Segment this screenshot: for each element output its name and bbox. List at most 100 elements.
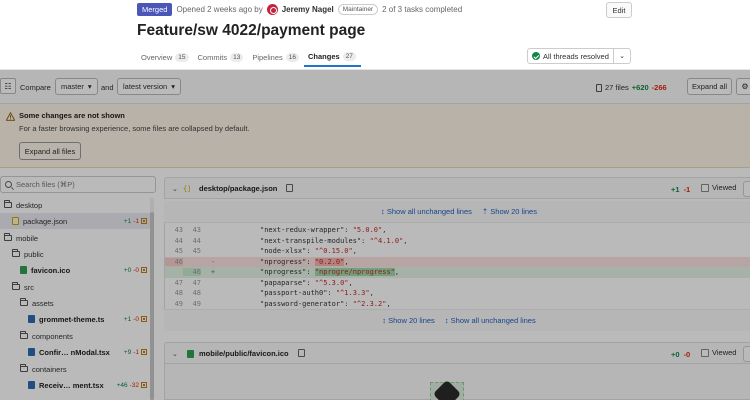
- dropdown-value: master: [61, 82, 84, 91]
- file-diff-stats: +0 -0: [671, 350, 691, 359]
- show-20-lines-link[interactable]: ↕ Show 20 lines: [382, 316, 435, 325]
- tree-folder-public[interactable]: public: [0, 246, 150, 262]
- file-search-input[interactable]: Search files (⌘P): [0, 176, 156, 193]
- expand-lines-top: ↕ Show all unchanged lines ⇡ Show 20 lin…: [164, 201, 750, 223]
- gear-icon: ⚙: [741, 82, 749, 91]
- check-circle-icon: [532, 52, 540, 60]
- source-branch-dropdown[interactable]: master ▾: [55, 78, 98, 95]
- and-label: and: [101, 83, 114, 92]
- file-stats: +9 -1: [124, 349, 147, 356]
- tab-commits[interactable]: Commits 13: [194, 48, 249, 67]
- typescript-file-icon: [28, 348, 35, 356]
- typescript-file-icon: [28, 381, 35, 389]
- expand-all-files-button[interactable]: Expand all files: [19, 142, 81, 160]
- tree-folder-src[interactable]: src: [0, 279, 150, 295]
- show-20-lines-link[interactable]: ⇡ Show 20 lines: [482, 207, 537, 216]
- threads-dropdown-toggle[interactable]: ⌄: [614, 48, 631, 64]
- expand-all-button[interactable]: Expand all: [687, 78, 732, 95]
- tree-file-favicon[interactable]: favicon.ico +0 -0: [0, 262, 150, 278]
- tasks-status: 2 of 3 tasks completed: [382, 5, 463, 14]
- modified-icon: [141, 267, 147, 273]
- avatar[interactable]: [266, 4, 278, 15]
- dropdown-value: latest version: [123, 82, 168, 91]
- modified-icon: [141, 349, 147, 355]
- file-tree-toggle[interactable]: ☷: [0, 78, 16, 94]
- mr-tabs: Overview 15 Commits 13 Pipelines 16 Chan…: [137, 48, 361, 68]
- tab-overview[interactable]: Overview 15: [137, 48, 194, 67]
- target-version-dropdown[interactable]: latest version ▾: [117, 78, 181, 95]
- author-link[interactable]: Jeremy Nagel: [282, 5, 334, 14]
- file-diff-stats: +1 -1: [671, 185, 691, 194]
- threads-resolved-button[interactable]: All threads resolved: [527, 48, 614, 64]
- alert-text: For a faster browsing experience, some f…: [19, 124, 250, 133]
- tree-folder-containers[interactable]: containers: [0, 361, 150, 377]
- total-deletions: -266: [651, 83, 667, 92]
- file-stats: +1 -0: [124, 316, 147, 323]
- tab-label: Overview: [141, 53, 173, 62]
- search-placeholder: Search files (⌘P): [16, 180, 75, 189]
- file-icon: [596, 83, 602, 92]
- image-file-icon: [20, 266, 27, 274]
- diff-settings-button[interactable]: ⚙: [736, 78, 750, 95]
- tab-count: 16: [285, 53, 299, 62]
- tab-count: 13: [230, 53, 244, 62]
- opened-text: Opened 2 weeks ago by: [176, 5, 263, 14]
- file-path[interactable]: mobile/public/favicon.ico: [199, 349, 289, 358]
- edit-button[interactable]: Edit: [606, 2, 632, 18]
- diff-stats: 27 files +620 -266: [596, 83, 667, 92]
- tab-label: Changes: [308, 52, 340, 61]
- compare-label: Compare: [20, 83, 51, 92]
- modified-icon: [141, 218, 147, 224]
- folder-icon: [20, 298, 28, 306]
- tree-label: containers: [32, 364, 67, 374]
- file-stats: +46 -32: [117, 382, 147, 389]
- file-tree-icon: ☷: [4, 81, 12, 91]
- tree-label: package.json: [23, 216, 68, 226]
- folder-icon: [4, 233, 12, 241]
- tab-label: Commits: [197, 53, 228, 62]
- file-stats: +0 -0: [124, 267, 147, 274]
- tree-file-grommet-theme[interactable]: grommet-theme.ts +1 -0: [0, 311, 150, 327]
- checkbox-icon: [701, 348, 709, 357]
- folder-icon: [12, 282, 20, 290]
- copy-icon[interactable]: [298, 349, 305, 357]
- tree-file-package-json[interactable]: package.json +1 -1: [0, 213, 150, 229]
- tree-folder-assets[interactable]: assets: [0, 295, 150, 311]
- tree-label: Confir… nModal.tsx: [39, 347, 110, 357]
- diff-line: 49 49 "password-generator": "^2.3.2",: [174, 299, 391, 308]
- tree-label: favicon.ico: [31, 265, 71, 275]
- collapse-chevron-icon[interactable]: ⌄: [172, 185, 178, 193]
- viewed-checkbox[interactable]: Viewed: [701, 348, 736, 357]
- file-options-button[interactable]: [743, 181, 750, 197]
- role-badge: Maintainer: [337, 4, 379, 15]
- files-count: 27 files: [605, 83, 629, 92]
- tab-changes[interactable]: Changes 27: [304, 48, 361, 67]
- show-all-unchanged-link[interactable]: ↕ Show all unchanged lines: [445, 316, 536, 325]
- tree-file-receive-payment[interactable]: Receiv… ment.tsx +46 -32: [0, 377, 150, 393]
- chevron-down-icon: ▾: [171, 82, 175, 91]
- scrollbar-thumb[interactable]: [150, 212, 154, 400]
- folder-icon: [4, 200, 12, 208]
- copy-icon[interactable]: [286, 184, 293, 192]
- show-all-unchanged-link[interactable]: ↕ Show all unchanged lines: [381, 207, 472, 216]
- status-badge: Merged: [137, 3, 173, 16]
- chevron-down-icon: ▾: [87, 82, 92, 91]
- checkbox-icon: [701, 183, 709, 192]
- tree-file-confirm-modal[interactable]: Confir… nModal.tsx +9 -1: [0, 344, 150, 360]
- file-path[interactable]: desktop/package.json: [199, 184, 277, 193]
- tree-folder-components[interactable]: components: [0, 328, 150, 344]
- json-file-icon: [12, 217, 19, 225]
- tree-label: assets: [32, 298, 54, 308]
- folder-icon: [12, 249, 20, 257]
- file-options-button[interactable]: [743, 346, 750, 362]
- tree-label: src: [24, 282, 34, 292]
- tree-folder-mobile[interactable]: mobile: [0, 230, 150, 246]
- tab-pipelines[interactable]: Pipelines 16: [248, 48, 304, 67]
- collapse-chevron-icon[interactable]: ⌄: [172, 350, 178, 358]
- page-title: Feature/sw 4022/payment page: [137, 22, 366, 39]
- search-icon: [5, 181, 12, 188]
- folder-icon: [20, 331, 28, 339]
- modified-icon: [141, 316, 147, 322]
- viewed-checkbox[interactable]: Viewed: [701, 183, 736, 192]
- tree-folder-desktop[interactable]: desktop: [0, 197, 150, 213]
